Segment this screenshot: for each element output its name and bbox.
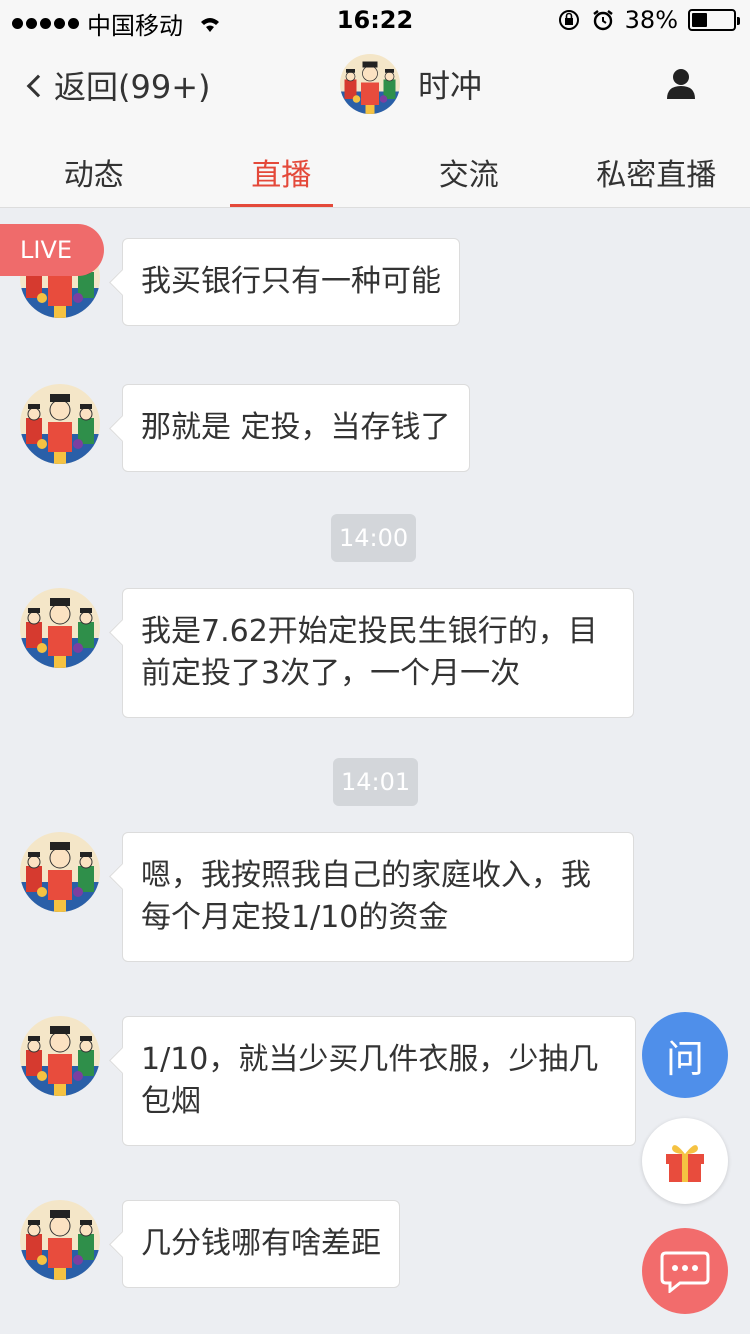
gift-icon [666,1145,704,1182]
tab-live[interactable]: 直播 [188,130,376,207]
profile-icon[interactable] [666,68,696,100]
gift-button[interactable] [642,1118,728,1204]
avatar[interactable] [20,588,100,668]
message-bubble: 嗯，我按照我自己的家庭收入，我每个月定投1/10的资金 [122,832,634,962]
message-item: 那就是 定投，当存钱了 [20,384,470,472]
alarm-icon [592,10,613,31]
avatar[interactable] [20,384,100,464]
message-item: 1/10，就当少买几件衣服，少抽几包烟 [20,1016,636,1146]
battery-percent: 38% [624,6,678,34]
timestamp-badge: 14:00 [331,514,417,562]
ask-label: 问 [665,1036,704,1081]
nav-header[interactable]: 时冲 [340,54,482,114]
timestamp-badge: 14:01 [333,758,419,806]
battery-fill [692,13,708,27]
message-bubble: 那就是 定投，当存钱了 [122,384,470,472]
chat-bubble-icon [660,1251,710,1293]
message-bubble: 我是7.62开始定投民生银行的，目前定投了3次了，一个月一次 [122,588,634,718]
tab-dynamics[interactable]: 动态 [0,130,188,207]
message-item: 我是7.62开始定投民生银行的，目前定投了3次了，一个月一次 [20,588,634,718]
message-item: 嗯，我按照我自己的家庭收入，我每个月定投1/10的资金 [20,832,634,962]
message-item: 几分钱哪有啥差距 [20,1200,400,1288]
tab-exchange[interactable]: 交流 [375,130,563,207]
tab-bar: 动态 直播 交流 私密直播 [0,130,750,208]
orientation-lock-icon [558,10,579,30]
message-bubble: 我买银行只有一种可能 [122,238,460,326]
avatar[interactable] [20,832,100,912]
back-label: 返回(99+) [54,68,211,106]
avatar[interactable] [20,1016,100,1096]
status-bar: 中国移动 16:22 38% [0,0,750,40]
message-bubble: 1/10，就当少买几件衣服，少抽几包烟 [122,1016,636,1146]
message-bubble: 几分钱哪有啥差距 [122,1200,400,1288]
avatar [340,54,400,114]
chat-list[interactable]: LIVE 我买银行只有一种可能 那就是 定投，当存钱了 14:00 我是7.62… [0,208,750,1334]
nav-bar: 返回(99+) 时冲 [0,40,750,130]
live-badge: LIVE [0,224,104,276]
chat-screen: 中国移动 16:22 38% 返回(99+) 时冲 动态 直播 交流 私密直播 … [0,0,750,1334]
avatar[interactable] [20,1200,100,1280]
ask-question-button[interactable]: 问 [642,1012,728,1098]
back-button[interactable]: 返回(99+) [26,62,211,108]
tab-private-live[interactable]: 私密直播 [563,130,750,207]
chevron-left-icon [26,74,50,98]
chat-button[interactable] [642,1228,728,1314]
status-right: 38% [557,6,740,34]
page-title: 时冲 [418,67,483,105]
battery-icon [688,9,740,31]
